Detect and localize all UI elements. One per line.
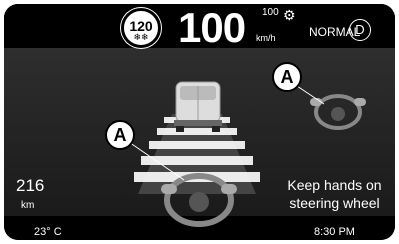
callout-a-lower: A (105, 120, 135, 150)
alert-message-line1: Keep hands on (287, 177, 382, 193)
cluster-screen: 120 ❄❄ 100 km/h 100 ⚙ NORMAL D A A 216 k… (4, 4, 395, 240)
callout-a-upper: A (272, 62, 302, 92)
clock: 8:30 PM (314, 226, 355, 238)
alert-message-line2: steering wheel (289, 195, 380, 211)
range-value: 216 (16, 176, 45, 195)
instrument-cluster-frame: 120 ❄❄ 100 km/h 100 ⚙ NORMAL D A A 216 k… (0, 0, 399, 244)
range-unit: km (21, 200, 35, 211)
alert-message: Keep hands on steering wheel (272, 176, 395, 212)
outside-temperature: 23° C (34, 226, 62, 238)
